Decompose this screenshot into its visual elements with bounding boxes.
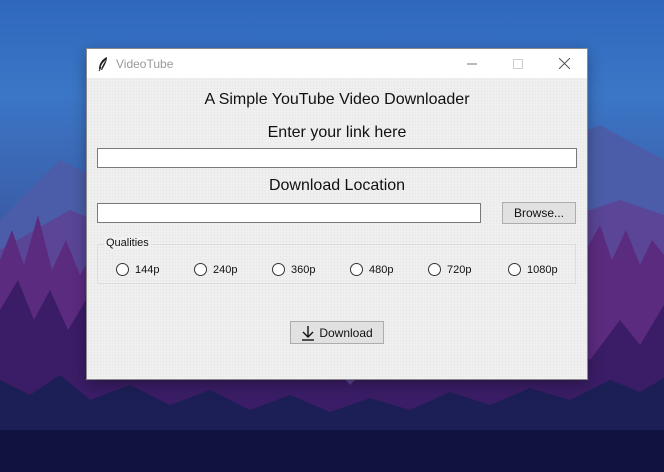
app-heading: A Simple YouTube Video Downloader [204, 91, 470, 108]
download-button[interactable]: Download [290, 321, 384, 344]
quality-radio-144p[interactable]: 144p [116, 263, 159, 276]
app-window: VideoTube A Simple YouTube Video Downloa… [87, 49, 587, 379]
radio-circle [350, 263, 363, 276]
radio-circle [194, 263, 207, 276]
desktop-background: VideoTube A Simple YouTube Video Downloa… [0, 0, 664, 472]
download-button-label: Download [319, 325, 373, 340]
quality-radio-480p[interactable]: 480p [350, 263, 393, 276]
maximize-button[interactable] [495, 49, 541, 78]
browse-button[interactable]: Browse... [502, 202, 576, 224]
title-bar[interactable]: VideoTube [87, 49, 587, 78]
minimize-button[interactable] [449, 49, 495, 78]
download-location-input[interactable] [97, 203, 481, 223]
quality-label: 720p [447, 263, 472, 276]
window-content: A Simple YouTube Video Downloader Enter … [87, 78, 587, 379]
quality-radio-360p[interactable]: 360p [272, 263, 315, 276]
radio-circle [272, 263, 285, 276]
quality-label: 480p [369, 263, 394, 276]
close-icon [558, 58, 570, 69]
feather-icon [98, 57, 107, 72]
maximize-icon [513, 58, 523, 69]
download-arrow-icon [302, 325, 315, 341]
window-title: VideoTube [116, 57, 174, 71]
qualities-label: Qualities [104, 237, 151, 249]
quality-radio-720p[interactable]: 720p [428, 263, 471, 276]
close-button[interactable] [541, 49, 587, 78]
quality-label: 1080p [527, 263, 558, 276]
quality-radio-1080p[interactable]: 1080p [508, 263, 558, 276]
minimize-icon [467, 63, 477, 64]
quality-label: 360p [291, 263, 316, 276]
radio-circle [508, 263, 521, 276]
qualities-group: Qualities 144p 240p 360p 480p 720p 1080p [97, 237, 576, 284]
link-input[interactable] [97, 148, 577, 168]
quality-radio-240p[interactable]: 240p [194, 263, 237, 276]
radio-circle [116, 263, 129, 276]
radio-circle [428, 263, 441, 276]
quality-label: 240p [213, 263, 238, 276]
download-location-label: Download Location [268, 177, 406, 194]
quality-label: 144p [135, 263, 160, 276]
link-label: Enter your link here [267, 124, 407, 141]
